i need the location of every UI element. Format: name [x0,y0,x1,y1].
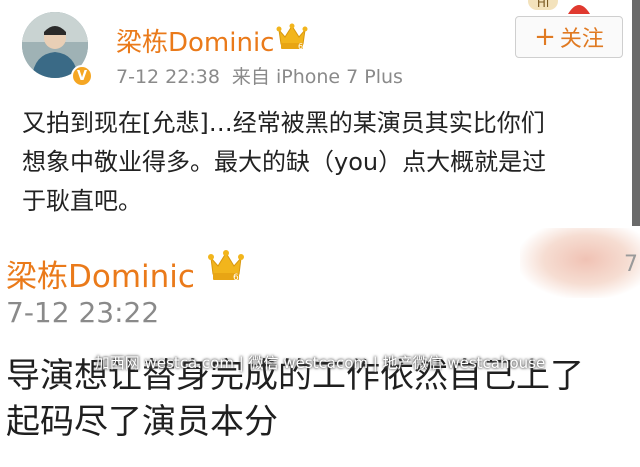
author-name[interactable]: 梁栋Dominic [116,22,274,59]
weibo-comment-card: 7 梁栋Dominic 6 7-12 23:22 导演想让替身完成的工作依然自己… [0,226,640,467]
scrollbar[interactable] [632,0,640,226]
follow-button[interactable]: + 关注 [515,16,623,58]
weibo-post-card: V 梁栋Dominic 6 7-12 22:38 来自 iPhone 7 Plus… [0,0,640,226]
watermark: 加西网 westca.com | 微信 westcacom | 地产微信 wes… [94,354,546,372]
verified-v-icon: V [71,65,93,87]
plus-icon: + [534,22,556,52]
post-source: 来自 iPhone 7 Plus [231,66,403,88]
post-text-line: 于耿直吧。 [22,187,142,215]
post-meta: 7-12 22:38 来自 iPhone 7 Plus [116,62,403,89]
crown-icon: 6 [208,250,244,283]
follow-label: 关注 [559,27,604,52]
author-name[interactable]: 梁栋Dominic [6,251,195,296]
crown-icon: 6 [276,23,308,51]
post-text: 又拍到现在[允悲]…经常被黑的某演员其实比你们 想象中敬业得多。最大的缺（you… [22,104,632,221]
post-text-line: 又拍到现在[允悲]…经常被黑的某演员其实比你们 [22,109,545,137]
post-text-line: 起码尽了演员本分 [6,402,278,442]
post-time: 7-12 23:22 [6,296,160,329]
decoration-icon [568,5,590,14]
post-time: 7-12 22:38 [116,66,220,88]
crown-level: 6 [233,273,239,283]
blurred-image [520,228,640,298]
hi-badge: Hi [528,0,558,10]
post-text-line: 想象中敬业得多。最大的缺（you）点大概就是过 [22,148,547,176]
blurred-mark: 7 [624,252,638,277]
crown-level: 6 [298,42,303,51]
